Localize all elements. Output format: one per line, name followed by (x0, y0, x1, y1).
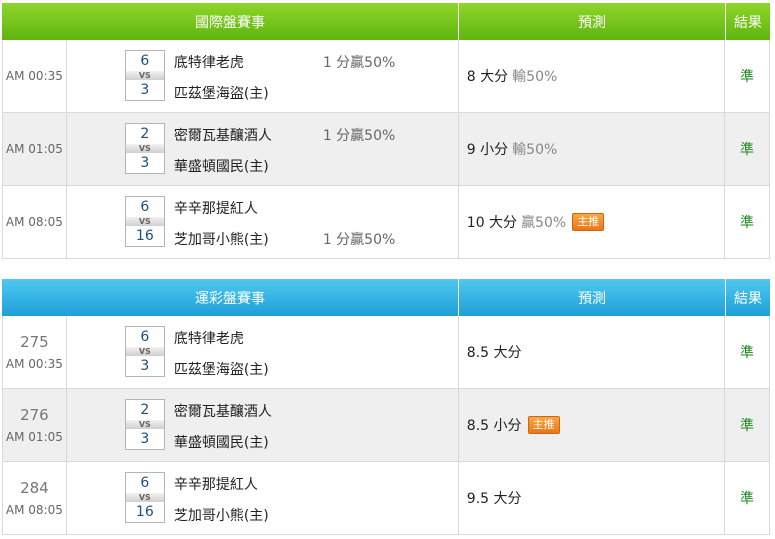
away-score: 6 (140, 329, 150, 345)
home-team[interactable]: 華盛頓國民(主) (174, 432, 269, 452)
featured-badge: 主推 (527, 416, 560, 434)
vs-label: VS (125, 493, 164, 502)
home-score: 16 (135, 228, 154, 244)
matchup-cell: 6 VS 3 底特律老虎 匹茲堡海盜(主) 1 分贏50% (67, 40, 459, 112)
home-team[interactable]: 匹茲堡海盜(主) (174, 359, 269, 379)
time-cell: 275 AM 00:35 (3, 316, 67, 388)
game-row: 284 AM 08:05 6 VS 16 辛辛那提紅人 芝加哥小熊(主) 9.5… (2, 462, 770, 535)
handicap-away: 1 分贏50% (322, 55, 396, 71)
prediction-main: 8.5 小分 (466, 418, 522, 434)
handicap-away: 1 分贏50% (322, 128, 396, 144)
game-number: 275 (20, 333, 49, 351)
result-cell: 準 (740, 345, 755, 361)
handicap-home: 1 分贏50% (322, 232, 396, 248)
header-result: 結果 (734, 14, 762, 31)
away-team[interactable]: 底特律老虎 (174, 52, 244, 72)
featured-badge: 主推 (572, 213, 605, 231)
header-result: 結果 (734, 290, 762, 307)
away-team[interactable]: 密爾瓦基釀酒人 (174, 125, 272, 145)
game-time: AM 08:05 (5, 215, 63, 229)
international-section: 國際盤賽事 預測 結果 AM 00:35 6 VS 3 底特律老虎 匹茲堡海盜(… (2, 3, 770, 259)
away-score: 2 (140, 126, 150, 142)
sports-lottery-section: 運彩盤賽事 預測 結果 275 AM 00:35 6 VS 3 底特律老虎 匹茲… (2, 279, 770, 535)
game-row: 276 AM 01:05 2 VS 3 密爾瓦基釀酒人 華盛頓國民(主) 8.5… (2, 389, 770, 462)
vs-label: VS (125, 347, 164, 356)
vs-label: VS (125, 420, 164, 429)
international-header: 國際盤賽事 預測 結果 (2, 3, 770, 40)
prediction-cell: 10 大分 贏50% 主推 (459, 186, 726, 258)
vs-label: VS (125, 144, 164, 153)
prediction-percent: 贏50% (521, 215, 567, 231)
prediction-cell: 9.5 大分 (459, 462, 726, 534)
matchup-cell: 6 VS 16 辛辛那提紅人 芝加哥小熊(主) 1 分贏50% (67, 186, 459, 258)
prediction-cell: 8.5 小分 主推 (459, 389, 726, 461)
matchup-cell: 2 VS 3 密爾瓦基釀酒人 華盛頓國民(主) (67, 389, 459, 461)
time-cell: 276 AM 01:05 (3, 389, 67, 461)
away-score: 6 (140, 53, 150, 69)
matchup-cell: 2 VS 3 密爾瓦基釀酒人 華盛頓國民(主) 1 分贏50% (67, 113, 459, 185)
score-box: 6 VS 16 (124, 196, 165, 247)
score-box: 6 VS 3 (124, 50, 165, 101)
away-score: 6 (140, 475, 150, 491)
game-row: 275 AM 00:35 6 VS 3 底特律老虎 匹茲堡海盜(主) 8.5 大… (2, 316, 770, 389)
result-cell: 準 (740, 418, 755, 434)
score-box: 6 VS 3 (124, 326, 165, 377)
score-box: 2 VS 3 (124, 123, 165, 174)
vs-label: VS (125, 71, 164, 80)
header-prediction: 預測 (459, 279, 726, 316)
prediction-cell: 9 小分 輸50% (459, 113, 726, 185)
home-score: 3 (140, 358, 150, 374)
matchup-cell: 6 VS 16 辛辛那提紅人 芝加哥小熊(主) (67, 462, 459, 534)
game-row: AM 01:05 2 VS 3 密爾瓦基釀酒人 華盛頓國民(主) 1 分贏50%… (2, 113, 770, 186)
home-team[interactable]: 華盛頓國民(主) (174, 156, 269, 176)
header-prediction: 預測 (459, 3, 726, 40)
game-row: AM 08:05 6 VS 16 辛辛那提紅人 芝加哥小熊(主) 1 分贏50%… (2, 186, 770, 259)
prediction-main: 9.5 大分 (466, 491, 522, 507)
game-time: AM 00:35 (5, 357, 63, 371)
game-number: 284 (20, 479, 49, 497)
prediction-cell: 8.5 大分 (459, 316, 726, 388)
away-team[interactable]: 辛辛那提紅人 (174, 198, 258, 218)
game-time: AM 08:05 (5, 503, 63, 517)
prediction-main: 8 大分 (466, 69, 509, 85)
header-game: 運彩盤賽事 (2, 279, 459, 316)
game-number: 276 (20, 406, 49, 424)
game-time: AM 01:05 (5, 430, 63, 444)
prediction-main: 9 小分 (466, 142, 509, 158)
home-score: 3 (140, 82, 150, 98)
prediction-main: 10 大分 (466, 215, 518, 231)
time-cell: AM 01:05 (3, 113, 67, 185)
prediction-main: 8.5 大分 (466, 345, 522, 361)
prediction-percent: 輸50% (512, 69, 558, 85)
time-cell: AM 00:35 (3, 40, 67, 112)
away-score: 6 (140, 199, 150, 215)
vs-label: VS (125, 217, 164, 226)
prediction-cell: 8 大分 輸50% (459, 40, 726, 112)
home-score: 3 (140, 155, 150, 171)
away-score: 2 (140, 402, 150, 418)
time-cell: AM 08:05 (3, 186, 67, 258)
time-cell: 284 AM 08:05 (3, 462, 67, 534)
prediction-percent: 輸50% (512, 142, 558, 158)
matchup-cell: 6 VS 3 底特律老虎 匹茲堡海盜(主) (67, 316, 459, 388)
game-time: AM 00:35 (5, 69, 63, 83)
result-cell: 準 (740, 142, 755, 158)
game-time: AM 01:05 (5, 142, 63, 156)
home-score: 16 (135, 504, 154, 520)
score-box: 6 VS 16 (124, 472, 165, 523)
result-cell: 準 (740, 69, 755, 85)
header-game: 國際盤賽事 (2, 3, 459, 40)
home-team[interactable]: 芝加哥小熊(主) (174, 229, 269, 249)
home-team[interactable]: 芝加哥小熊(主) (174, 505, 269, 525)
result-cell: 準 (740, 215, 755, 231)
home-team[interactable]: 匹茲堡海盜(主) (174, 83, 269, 103)
away-team[interactable]: 密爾瓦基釀酒人 (174, 401, 272, 421)
home-score: 3 (140, 431, 150, 447)
away-team[interactable]: 辛辛那提紅人 (174, 474, 258, 494)
result-cell: 準 (740, 491, 755, 507)
away-team[interactable]: 底特律老虎 (174, 328, 244, 348)
game-row: AM 00:35 6 VS 3 底特律老虎 匹茲堡海盜(主) 1 分贏50% 8… (2, 40, 770, 113)
score-box: 2 VS 3 (124, 399, 165, 450)
sports-lottery-header: 運彩盤賽事 預測 結果 (2, 279, 770, 316)
